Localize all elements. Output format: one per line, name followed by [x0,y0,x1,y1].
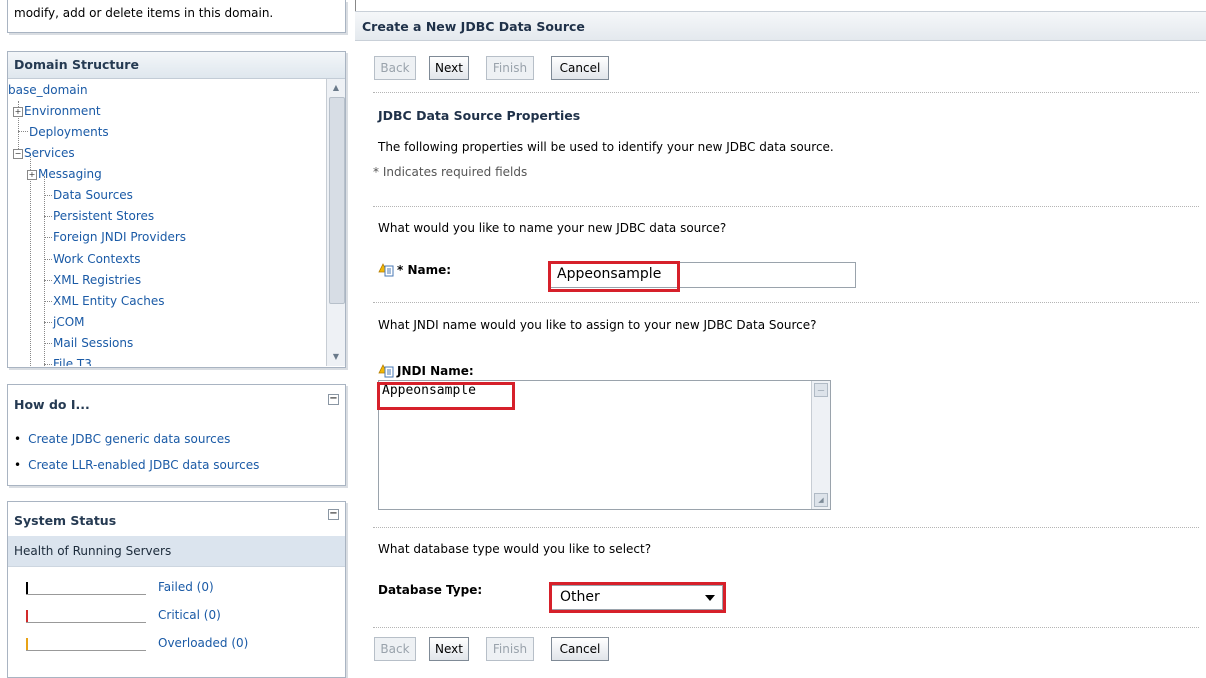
description-text: The following properties will be used to… [378,140,834,154]
name-label: * Name: [378,263,451,277]
finish-button[interactable]: Finish [486,637,534,661]
collapse-icon[interactable]: − [328,509,339,520]
scroll-down-icon[interactable]: ▼ [330,351,342,363]
tree-item-persistent-stores[interactable]: Persistent Stores [53,209,154,223]
tree-item-foreign-jndi[interactable]: Foreign JNDI Providers [53,230,186,244]
health-bar [26,638,146,651]
tree-item-jcom[interactable]: jCOM [53,315,85,329]
required-note: * Indicates required fields [373,165,528,179]
tree-item-file-t3[interactable]: File T3 [53,357,92,366]
scroll-thumb[interactable] [329,97,345,304]
how-do-i-item[interactable]: Create LLR-enabled JDBC data sources [14,458,259,472]
health-link[interactable]: Overloaded (0) [158,636,248,650]
db-type-label: Database Type: [378,583,483,597]
db-type-value: Other [560,589,600,605]
tree-item-deployments[interactable]: Deployments [29,125,109,139]
jndi-value: Appeonsample [382,383,476,398]
help-icon[interactable] [378,364,394,378]
back-button[interactable]: Back [374,56,416,80]
db-type-select[interactable]: Other [551,585,723,610]
tree-item-xml-entity-caches[interactable]: XML Entity Caches [53,294,165,308]
scroll-up-icon[interactable]: ▲ [330,82,342,94]
how-do-i-panel: How do I... − Create JDBC generic data s… [7,384,346,486]
how-do-i-title-text: How do I... [14,397,90,412]
finish-button[interactable]: Finish [486,56,534,80]
how-do-i-link[interactable]: Create LLR-enabled JDBC data sources [28,458,259,472]
next-button[interactable]: Next [429,637,469,661]
tree-scrollbar[interactable]: ▲ ▼ [326,79,345,366]
tree-item-data-sources[interactable]: Data Sources [53,188,133,202]
scroll-up-icon[interactable]: — [814,383,828,397]
tree-item-messaging[interactable]: + Messaging [27,167,102,181]
change-center-note: modify, add or delete items in this doma… [7,0,346,33]
health-link[interactable]: Critical (0) [158,608,221,622]
resize-grip-icon[interactable]: ◢ [814,493,828,507]
tree-item-environment[interactable]: + Environment [13,104,101,118]
cancel-button[interactable]: Cancel [551,637,609,661]
how-do-i-title: How do I... − [8,385,345,423]
divider [373,527,1199,528]
system-status-title-text: System Status [14,513,117,528]
divider [373,206,1199,207]
expand-icon[interactable]: + [27,170,37,180]
question-jndi: What JNDI name would you like to assign … [378,318,817,332]
cancel-button[interactable]: Cancel [551,56,609,80]
tree-item-work-contexts[interactable]: Work Contexts [53,252,140,266]
main-content: Create a New JDBC Data Source Back Next … [355,0,1206,667]
how-do-i-item[interactable]: Create JDBC generic data sources [14,432,230,446]
change-center-text: modify, add or delete items in this doma… [14,6,274,20]
health-bar [26,582,146,595]
tree-label: Environment [24,104,101,118]
domain-structure-title: Domain Structure [8,52,345,79]
health-header: Health of Running Servers [8,536,345,567]
tree-root-base-domain[interactable]: base_domain [8,83,88,97]
next-button[interactable]: Next [429,56,469,80]
divider [373,92,1199,93]
jndi-textarea[interactable]: Appeonsample — ◢ [378,380,831,510]
health-link[interactable]: Failed (0) [158,580,214,594]
left-sidebar: modify, add or delete items in this doma… [0,0,350,678]
jndi-label: JNDI Name: [378,364,474,378]
help-icon[interactable] [378,263,394,277]
system-status-panel: System Status − Health of Running Server… [7,501,346,678]
name-label-text: * Name: [397,263,452,277]
divider [373,302,1199,303]
name-input[interactable]: Appeonsample [548,262,856,288]
system-status-title: System Status − [8,502,345,536]
tree-label: Messaging [38,167,102,181]
section-title: JDBC Data Source Properties [378,108,581,123]
question-name: What would you like to name your new JDB… [378,221,727,235]
divider [373,627,1199,628]
collapse-icon[interactable]: − [13,149,23,159]
page-title: Create a New JDBC Data Source [355,11,1206,41]
tree-item-mail-sessions[interactable]: Mail Sessions [53,336,133,350]
domain-tree: base_domain + Environment Deployments − Se… [8,79,326,366]
tree-item-services[interactable]: − Services [13,146,75,160]
collapse-icon[interactable]: − [328,394,339,405]
back-button[interactable]: Back [374,637,416,661]
tree-item-xml-registries[interactable]: XML Registries [53,273,141,287]
how-do-i-link[interactable]: Create JDBC generic data sources [28,432,230,446]
jndi-label-text: JNDI Name: [397,364,474,378]
chevron-down-icon[interactable] [705,595,715,601]
top-divider [355,0,1206,11]
tree-label: Services [24,146,75,160]
textarea-scrollbar[interactable]: — ◢ [811,381,830,509]
domain-structure-panel: Domain Structure base_domain + Environmen… [7,51,346,368]
health-bar [26,610,146,623]
question-db: What database type would you like to sel… [378,542,652,556]
expand-icon[interactable]: + [13,107,23,117]
